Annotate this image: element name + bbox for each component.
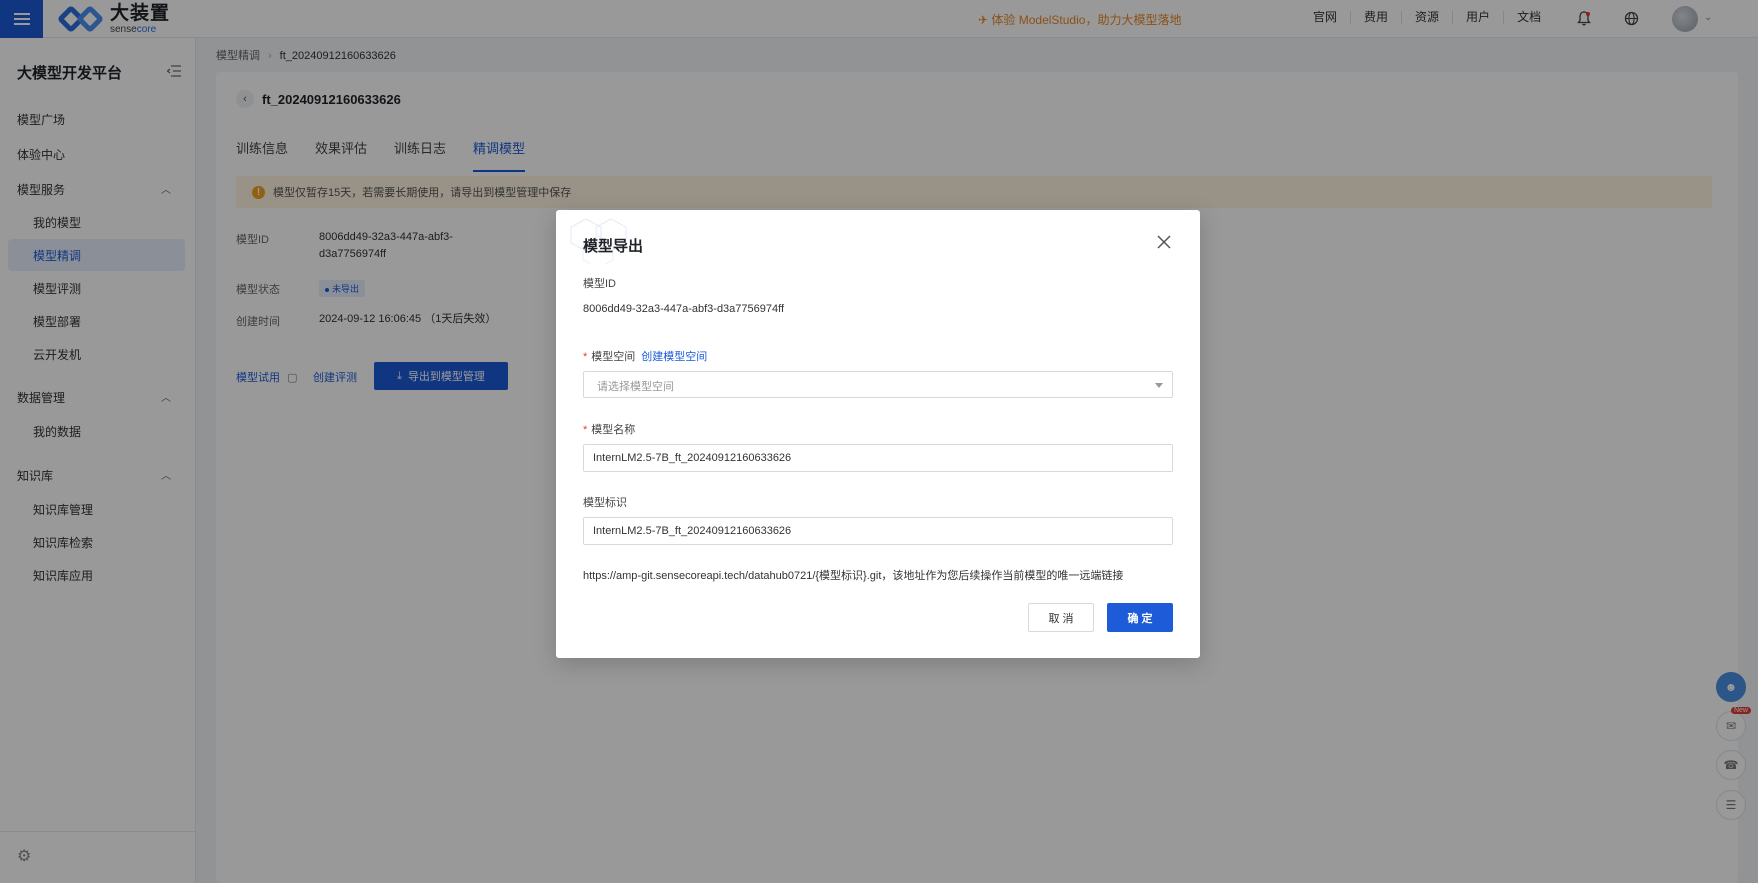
create-model-space-link[interactable]: 创建模型空间 xyxy=(641,351,707,363)
required-marker: * xyxy=(583,351,588,363)
dropdown-arrow-icon xyxy=(1155,383,1163,388)
dialog-title: 模型导出 xyxy=(583,238,644,255)
model-tag-label: 模型标识 xyxy=(583,497,627,509)
model-space-placeholder: 请选择模型空间 xyxy=(597,381,674,393)
model-space-label: * 模型空间 创建模型空间 xyxy=(583,351,708,363)
export-model-dialog: 模型导出 模型ID 8006dd49-32a3-447a-abf3-d3a775… xyxy=(556,210,1200,658)
repo-url-note: https://amp-git.sensecoreapi.tech/datahu… xyxy=(583,570,1124,582)
close-icon[interactable] xyxy=(1156,234,1172,250)
model-space-select[interactable]: 请选择模型空间 xyxy=(583,371,1173,398)
confirm-button[interactable]: 确 定 xyxy=(1107,603,1173,632)
required-marker: * xyxy=(583,424,588,436)
model-tag-input[interactable]: InternLM2.5-7B_ft_20240912160633626 xyxy=(583,517,1173,545)
model-id-field-label: 模型ID xyxy=(583,278,616,290)
model-id-field-value: 8006dd49-32a3-447a-abf3-d3a7756974ff xyxy=(583,303,785,315)
model-name-input[interactable]: InternLM2.5-7B_ft_20240912160633626 xyxy=(583,444,1173,472)
cancel-button[interactable]: 取 消 xyxy=(1028,603,1094,632)
model-name-label: * 模型名称 xyxy=(583,424,636,436)
